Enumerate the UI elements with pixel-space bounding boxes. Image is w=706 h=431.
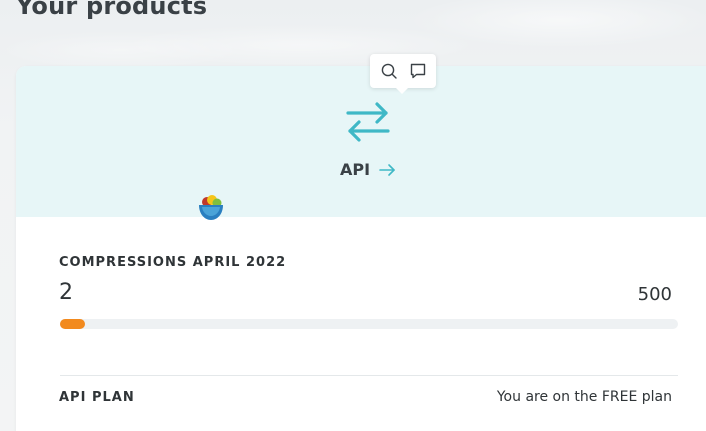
comment-icon — [410, 63, 425, 79]
page-title: Your products — [16, 0, 208, 20]
usage-label: COMPRESSIONS APRIL 2022 — [59, 255, 287, 270]
usage-progress-bar — [60, 319, 678, 329]
bowl-logo-icon — [199, 195, 223, 220]
divider — [60, 375, 678, 376]
comment-button[interactable] — [406, 59, 430, 83]
arrow-right-icon — [379, 163, 395, 176]
product-card: API COMPRESSIONS APRIL 2022 2 500 API PL… — [16, 66, 706, 431]
search-button[interactable] — [377, 59, 401, 83]
transfer-arrows-icon — [346, 102, 390, 142]
search-icon — [381, 63, 397, 79]
usage-limit: 500 — [637, 284, 672, 305]
usage-progress-fill — [60, 319, 85, 329]
api-product-link[interactable]: API — [340, 160, 396, 179]
product-card-header: API — [16, 66, 706, 220]
plan-label: API PLAN — [59, 390, 135, 405]
annotation-toolbar — [370, 54, 436, 94]
product-name: API — [340, 160, 371, 179]
plan-status: You are on the FREE plan — [496, 389, 672, 405]
usage-count: 2 — [59, 280, 73, 305]
